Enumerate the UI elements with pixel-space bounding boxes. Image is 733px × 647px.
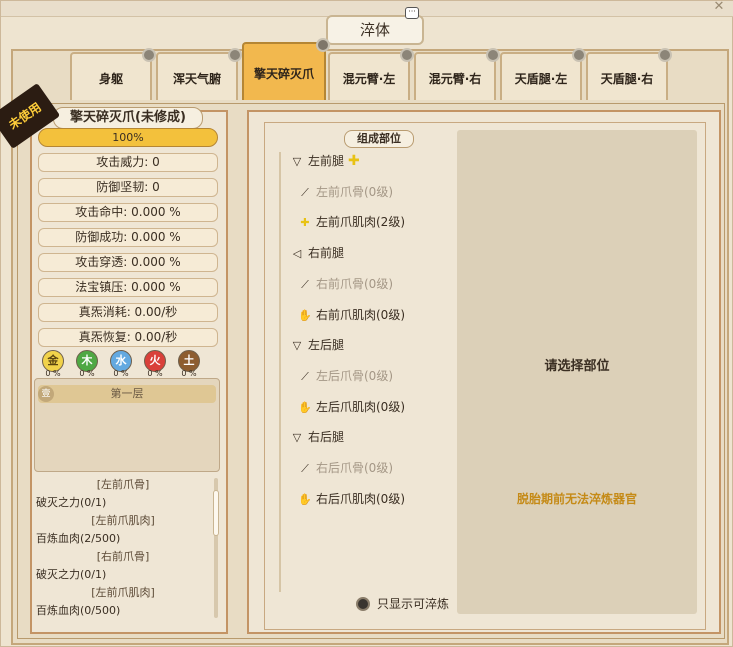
tab-1[interactable]: 浑天气腑 (156, 48, 242, 100)
layer-badge: 壹 (38, 386, 54, 402)
tree-part-item[interactable]: ✚ 左前爪肌肉(2级) (298, 212, 405, 232)
tree-label: 右前爪肌肉(0级) (316, 307, 405, 322)
refine-warning: 脱胎期前无法淬炼器官 (516, 492, 637, 506)
tree-label: 左前爪肌肉(2级) (316, 215, 405, 230)
requirement-part-header: [左前爪肌肉] (91, 514, 155, 527)
upgrade-plus-icon: ✚ (348, 153, 360, 169)
tab-6[interactable]: 天盾腿·右 (586, 48, 672, 100)
item-name: 擎天碎灭爪(未修成) (53, 107, 203, 129)
expand-triangle-icon: ▽ (292, 431, 302, 445)
layer-title[interactable]: 第一层 (38, 385, 216, 403)
tree-part-item[interactable]: ✋ 左后爪肌肉(0级) (298, 397, 405, 417)
requirement-item: 破灭之力(0/1) (36, 568, 107, 581)
element-percent: 0 % (181, 369, 197, 378)
tree-group[interactable]: ▽ 左前腿 ✚ (290, 151, 360, 171)
tree-label: 左后腿 (308, 338, 345, 353)
tree-part-item[interactable]: ⟋ 右前爪骨(0级) (298, 274, 393, 294)
tab-4[interactable]: 混元臂·右 (414, 48, 500, 100)
tab-label: 天盾腿·右 (600, 72, 654, 86)
filter-toggle[interactable] (356, 597, 370, 611)
plus-icon: ✚ (300, 216, 310, 230)
tree-label: 右前爪骨(0级) (316, 276, 393, 291)
tab-pin-icon (658, 48, 672, 62)
tree-part-item[interactable]: ⟋ 右后爪骨(0级) (298, 458, 393, 478)
tab-2[interactable]: 擎天碎灭爪 (242, 38, 330, 100)
expand-triangle-icon: ▽ (292, 155, 302, 168)
tab-pin-icon (486, 48, 500, 62)
requirement-part-header: [右前爪骨] (96, 550, 150, 563)
tree-label: 右前腿 (308, 246, 345, 261)
stat-row: 防御坚韧: 0 (38, 178, 218, 197)
tab-label: 擎天碎灭爪 (253, 67, 314, 81)
stat-row: 防御成功: 0.000 % (38, 228, 218, 247)
stat-row: 真炁消耗: 0.00/秒 (38, 303, 218, 322)
select-part-prompt: 请选择部位 (544, 359, 610, 374)
stat-row: 真炁恢复: 0.00/秒 (38, 328, 218, 347)
tab-pin-icon (142, 48, 156, 62)
chat-icon[interactable]: ··· (405, 7, 419, 19)
tab-label: 混元臂·右 (428, 72, 482, 86)
tree-label: 左前爪骨(0级) (316, 184, 393, 199)
bone-icon: ⟋ (301, 277, 309, 291)
element-percent: 0 % (45, 369, 61, 378)
hand-muscle-icon: ✋ (298, 492, 312, 506)
collapsed-triangle-icon: ◁ (292, 247, 302, 261)
tree-part-item[interactable]: ✋ 右后爪肌肉(0级) (298, 489, 405, 509)
element-percent: 0 % (79, 369, 95, 378)
tab-pin-icon (316, 38, 330, 52)
tree-group[interactable]: ▽ 左后腿 (290, 335, 344, 355)
tree-label: 左前腿 (308, 154, 345, 168)
stat-row: 攻击命中: 0.000 % (38, 203, 218, 222)
tab-pin-icon (400, 48, 414, 62)
tab-0[interactable]: 身躯 (70, 48, 156, 100)
bone-icon: ⟋ (301, 185, 309, 199)
tab-label: 天盾腿·左 (514, 72, 568, 86)
tree-part-item[interactable]: ⟋ 左后爪骨(0级) (298, 366, 393, 386)
stat-row: 攻击穿透: 0.000 % (38, 253, 218, 272)
requirement-scroll-thumb[interactable] (213, 490, 219, 536)
tab-label: 混元臂·左 (342, 72, 396, 86)
element-affinity-list: 金0 % 木 0 % 水 0 % 火 0 % 土 0 % (42, 350, 212, 380)
tree-scroll-line[interactable] (279, 152, 281, 592)
bone-icon: ⟋ (301, 369, 309, 383)
tab-pin-icon (228, 48, 242, 62)
requirement-item: 百炼血肉(0/500) (36, 604, 121, 617)
requirement-list: [左前爪骨] 破灭之力(0/1) [左前爪肌肉] 百炼血肉(2/500) [右前爪骨] 破… (34, 476, 224, 620)
requirement-part-header: [左前爪肌肉] (91, 586, 155, 599)
window-title: 淬体 (326, 15, 424, 45)
stat-row: 攻击威力: 0 (38, 153, 218, 172)
tree-part-item[interactable]: ⟋ 左前爪骨(0级) (298, 182, 393, 202)
stat-row: 法宝镇压: 0.000 % (38, 278, 218, 297)
tab-3[interactable]: 混元臂·左 (328, 48, 414, 100)
tab-label: 身躯 (98, 72, 123, 86)
tree-group[interactable]: ▽ 右后腿 (290, 427, 344, 447)
bone-icon: ⟋ (301, 462, 309, 475)
tree-group[interactable]: ◁ 右前腿 (290, 243, 344, 263)
expand-triangle-icon: ▽ (292, 339, 302, 353)
tree-label: 左后爪肌肉(0级) (316, 399, 405, 414)
tree-part-item[interactable]: ✋ 右前爪肌肉(0级) (298, 305, 405, 325)
tree-label: 右后腿 (308, 430, 345, 445)
requirement-part-header: [左前爪骨] (96, 478, 150, 491)
parts-header: 组成部位 (344, 130, 414, 148)
tab-5[interactable]: 天盾腿·左 (500, 48, 586, 100)
tab-label: 浑天气腑 (172, 72, 221, 86)
requirement-item: 破灭之力(0/1) (36, 496, 107, 509)
tree-label: 右后爪肌肉(0级) (316, 491, 405, 506)
requirement-item: 百炼血肉(2/500) (36, 532, 121, 545)
element-percent: 0 % (147, 369, 163, 378)
filter-toggle-label[interactable]: 只显示可淬炼 (377, 597, 449, 611)
tree-label: 右后爪骨(0级) (316, 461, 393, 475)
element-percent: 0 % (113, 369, 129, 378)
hand-muscle-icon: ✋ (298, 308, 312, 322)
cultivation-progress-bar: 100% (38, 128, 218, 147)
close-icon[interactable]: ✕ (707, 0, 731, 15)
tree-label: 左后爪骨(0级) (316, 368, 393, 383)
hand-muscle-icon: ✋ (298, 400, 312, 414)
tab-pin-icon (572, 48, 586, 62)
